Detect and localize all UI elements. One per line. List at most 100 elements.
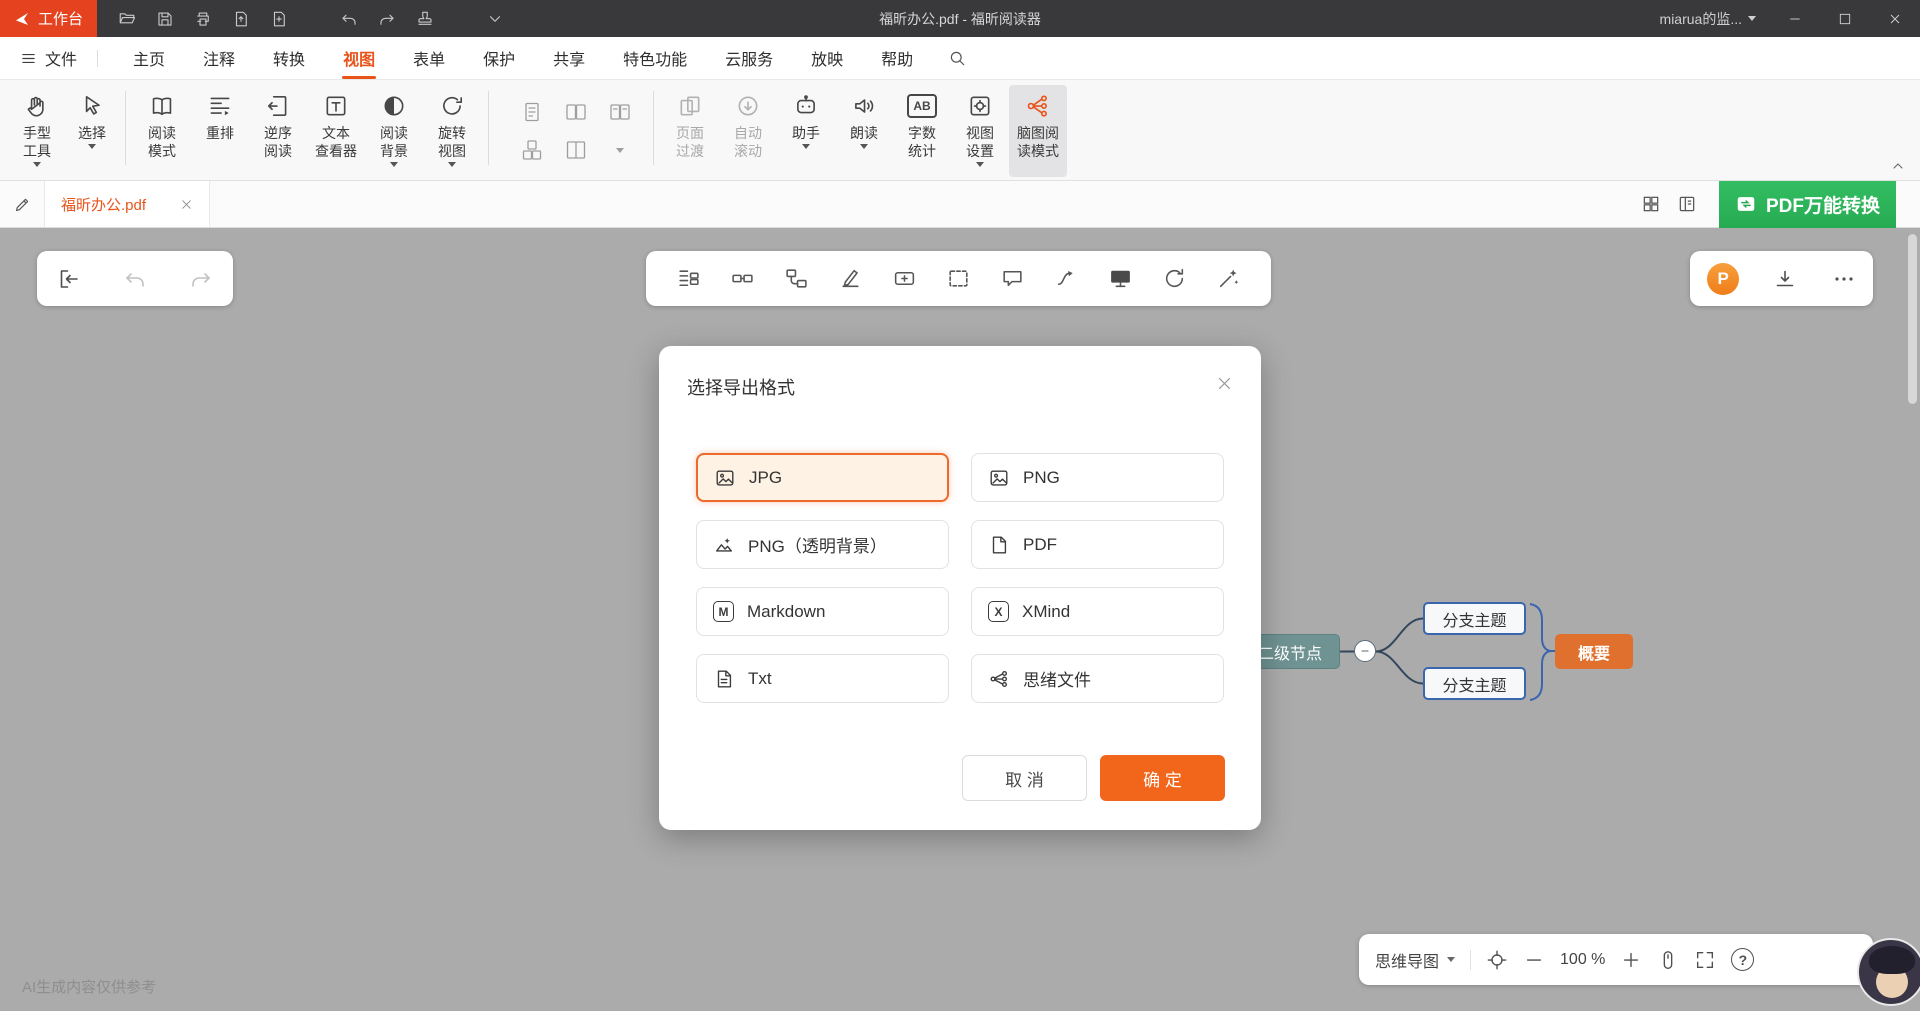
download-icon[interactable] <box>1773 267 1797 291</box>
menu-item-home[interactable]: 主页 <box>114 37 184 79</box>
points-badge-icon[interactable]: P <box>1707 263 1739 295</box>
minimize-button[interactable] <box>1770 0 1820 37</box>
cover-layout-icon[interactable] <box>510 131 554 169</box>
foxit-logo-icon <box>14 11 30 27</box>
relation-line-icon[interactable] <box>1054 266 1079 291</box>
menu-item-protect[interactable]: 保护 <box>464 37 534 79</box>
pdf-convert-button[interactable]: PDF万能转换 <box>1719 181 1896 228</box>
print-icon[interactable] <box>187 5 219 33</box>
undo-icon[interactable] <box>333 5 365 33</box>
zoom-out-icon[interactable] <box>1523 949 1545 971</box>
outline-icon[interactable] <box>676 266 701 291</box>
grid-view-icon[interactable] <box>1641 194 1661 214</box>
menu-item-features[interactable]: 特色功能 <box>604 37 706 79</box>
edit-text-icon[interactable] <box>838 266 863 291</box>
canvas-redo-icon[interactable] <box>189 267 213 291</box>
zoom-in-icon[interactable] <box>1620 949 1642 971</box>
export-option-mind-file[interactable]: 思绪文件 <box>971 654 1224 703</box>
tab-close-icon[interactable] <box>180 198 193 211</box>
search-icon[interactable] <box>940 41 974 75</box>
mindmap-node-summary[interactable]: 概要 <box>1555 634 1633 669</box>
cancel-button[interactable]: 取 消 <box>962 755 1087 801</box>
ribbon-item-hand-tool[interactable]: 手型 工具 <box>8 85 66 177</box>
split-layout-icon[interactable] <box>554 131 598 169</box>
ai-beautify-icon[interactable] <box>1216 266 1241 291</box>
ribbon-item-select[interactable]: 选择 <box>66 85 118 177</box>
view-mode-dropdown[interactable]: 思维导图 <box>1375 948 1455 972</box>
ribbon-item-rotate-view[interactable]: 旋转 视图 <box>423 85 481 177</box>
export-option-markdown[interactable]: M Markdown <box>696 587 949 636</box>
locate-center-icon[interactable] <box>1486 949 1508 971</box>
export-option-png-transparent[interactable]: PNG（透明背景） <box>696 520 949 569</box>
menu-item-share[interactable]: 共享 <box>534 37 604 79</box>
mindmap-canvas[interactable]: 二级节点 分支主题 分支主题 概要 P 思维导图 100 <box>0 228 1920 1011</box>
save-icon[interactable] <box>149 5 181 33</box>
ribbon-item-read-mode[interactable]: 阅读 模式 <box>133 85 191 177</box>
export-option-txt[interactable]: Txt <box>696 654 949 703</box>
account-menu[interactable]: miarua的监... <box>1660 9 1756 29</box>
maximize-button[interactable] <box>1820 0 1870 37</box>
export-option-xmind[interactable]: X XMind <box>971 587 1224 636</box>
ribbon-item-word-count[interactable]: AB 字数 统计 <box>893 85 951 177</box>
export-option-pdf[interactable]: PDF <box>971 520 1224 569</box>
redo-icon[interactable] <box>371 5 403 33</box>
ribbon-item-assistant[interactable]: 助手 <box>777 85 835 177</box>
menu-item-form[interactable]: 表单 <box>394 37 464 79</box>
single-page-layout-icon[interactable] <box>510 93 554 131</box>
document-tab[interactable]: 福昕办公.pdf <box>44 181 210 227</box>
mindmap-node-branch-top[interactable]: 分支主题 <box>1423 602 1526 635</box>
ribbon-item-mindmap-read-mode[interactable]: 脑图阅 读模式 <box>1009 85 1067 177</box>
export-option-png[interactable]: PNG <box>971 453 1224 502</box>
callout-icon[interactable] <box>1000 266 1025 291</box>
export-options-grid: JPG PNG PNG（透明背景） PDF M Markdown X XMind <box>696 453 1224 703</box>
ribbon-item-auto-scroll[interactable]: 自动 滚动 <box>719 85 777 177</box>
close-button[interactable] <box>1870 0 1920 37</box>
workspace-button[interactable]: 工作台 <box>0 0 97 37</box>
stamp-tool-icon[interactable] <box>409 5 441 33</box>
dialog-close-icon[interactable] <box>1211 370 1237 396</box>
export-page-icon[interactable] <box>225 5 257 33</box>
menu-item-file[interactable]: 文件 <box>16 46 81 70</box>
two-page-layout-icon[interactable] <box>554 93 598 131</box>
facing-layout-icon[interactable] <box>598 93 642 131</box>
fullscreen-icon[interactable] <box>1694 949 1716 971</box>
more-icon[interactable] <box>1832 267 1856 291</box>
ok-button[interactable]: 确 定 <box>1100 755 1225 801</box>
menu-item-present[interactable]: 放映 <box>792 37 862 79</box>
frame-select-icon[interactable] <box>946 266 971 291</box>
toolbar-chevron-down-icon[interactable] <box>479 5 511 33</box>
exit-mindmap-icon[interactable] <box>57 267 81 291</box>
add-sibling-node-icon[interactable] <box>730 266 755 291</box>
presentation-icon[interactable] <box>1108 266 1133 291</box>
help-icon[interactable]: ? <box>1731 948 1754 971</box>
menu-item-convert[interactable]: 转换 <box>254 37 324 79</box>
menu-item-view[interactable]: 视图 <box>324 37 394 79</box>
add-page-icon[interactable] <box>263 5 295 33</box>
menu-item-help[interactable]: 帮助 <box>862 37 932 79</box>
collapse-node-button[interactable] <box>1354 640 1376 662</box>
user-avatar[interactable] <box>1857 938 1920 1006</box>
ribbon-item-page-transition[interactable]: 页面 过渡 <box>661 85 719 177</box>
page-panel-icon[interactable] <box>1677 194 1697 214</box>
pencil-icon[interactable] <box>0 195 44 214</box>
mouse-mode-icon[interactable] <box>1657 949 1679 971</box>
mindmap-node-branch-bottom[interactable]: 分支主题 <box>1423 667 1526 700</box>
add-node-icon[interactable] <box>892 266 917 291</box>
export-option-jpg[interactable]: JPG <box>696 453 949 502</box>
menu-item-cloud[interactable]: 云服务 <box>706 37 792 79</box>
layout-dropdown-caret-icon[interactable] <box>598 131 642 169</box>
ribbon-item-read-aloud[interactable]: 朗读 <box>835 85 893 177</box>
refresh-layout-icon[interactable] <box>1162 266 1187 291</box>
ribbon-item-read-background[interactable]: 阅读 背景 <box>365 85 423 177</box>
ribbon-item-view-settings[interactable]: 视图 设置 <box>951 85 1009 177</box>
canvas-undo-icon[interactable] <box>123 267 147 291</box>
collapse-ribbon-icon[interactable] <box>1890 158 1906 174</box>
ribbon-item-reflow[interactable]: 重排 <box>191 85 249 177</box>
vertical-scrollbar[interactable] <box>1908 234 1917 404</box>
add-child-node-icon[interactable] <box>784 266 809 291</box>
ribbon-item-text-viewer[interactable]: 文本 查看器 <box>307 85 365 177</box>
open-file-icon[interactable] <box>111 5 143 33</box>
menu-item-comment[interactable]: 注释 <box>184 37 254 79</box>
canvas-left-toolbar <box>37 251 233 306</box>
ribbon-item-reverse-read[interactable]: 逆序 阅读 <box>249 85 307 177</box>
